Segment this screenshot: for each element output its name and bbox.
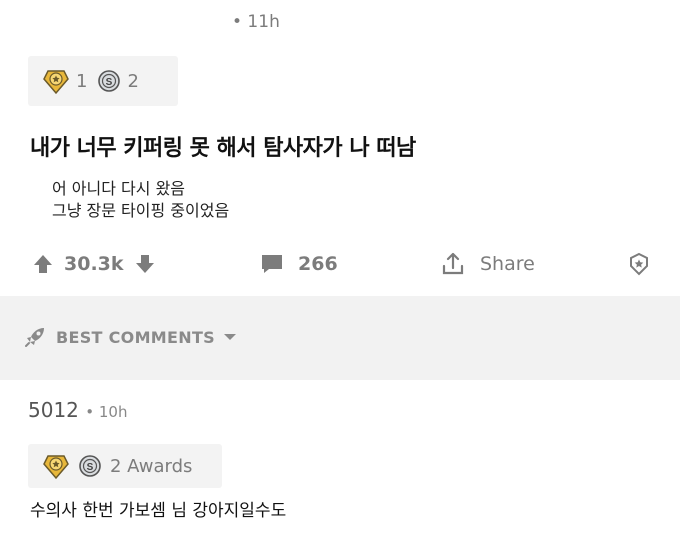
- downvote-icon[interactable]: [134, 253, 156, 275]
- post-awards-bar[interactable]: 1 S 2: [28, 56, 178, 106]
- upvote-icon[interactable]: [32, 253, 54, 275]
- share-icon: [440, 251, 466, 277]
- comment-timestamp: • 10h: [85, 403, 128, 421]
- post-action-bar: 30.3k 266 Share: [0, 244, 680, 284]
- comment-text: 수의사 한번 가보셈 님 강아지일수도: [30, 501, 287, 521]
- silver-award-icon: S: [78, 454, 102, 478]
- give-award-button[interactable]: [626, 244, 652, 284]
- svg-text:S: S: [106, 77, 113, 88]
- gold-award-count: 1: [76, 70, 88, 92]
- vote-count: 30.3k: [64, 253, 124, 275]
- vote-group: 30.3k: [32, 244, 156, 284]
- share-label: Share: [480, 253, 535, 275]
- post-body-line: 그냥 장문 타이핑 중이었음: [52, 201, 230, 220]
- comment-icon: [260, 253, 284, 275]
- post-timestamp: • 11h: [232, 12, 280, 32]
- sort-label: BEST COMMENTS: [56, 327, 215, 347]
- post-title[interactable]: 내가 너무 키퍼링 못 해서 탐사자가 나 떠남: [30, 130, 416, 162]
- sort-dropdown[interactable]: BEST COMMENTS: [22, 324, 237, 350]
- gold-award-icon: [42, 67, 70, 95]
- post-body: 어 아니다 다시 왔음 그냥 장문 타이핑 중이었음: [52, 178, 229, 222]
- svg-text:S: S: [87, 462, 94, 473]
- comment-score: 5012: [28, 398, 79, 422]
- comment-count: 266: [298, 253, 338, 275]
- comment-sort-band: BEST COMMENTS: [0, 296, 680, 380]
- gold-award-icon: [42, 452, 70, 480]
- silver-award-icon: S: [97, 69, 121, 93]
- comments-button[interactable]: 266: [260, 244, 338, 284]
- share-button[interactable]: Share: [440, 244, 535, 284]
- chevron-down-icon: [223, 332, 237, 342]
- comment-meta: 5012 • 10h: [28, 398, 127, 422]
- post-body-line: 어 아니다 다시 왔음: [52, 179, 186, 198]
- comment-awards-bar[interactable]: S 2 Awards: [28, 444, 222, 488]
- silver-award-count: 2: [127, 70, 139, 92]
- award-outline-icon: [626, 251, 652, 277]
- comment-awards-label: 2 Awards: [110, 455, 193, 477]
- rocket-icon: [22, 324, 48, 350]
